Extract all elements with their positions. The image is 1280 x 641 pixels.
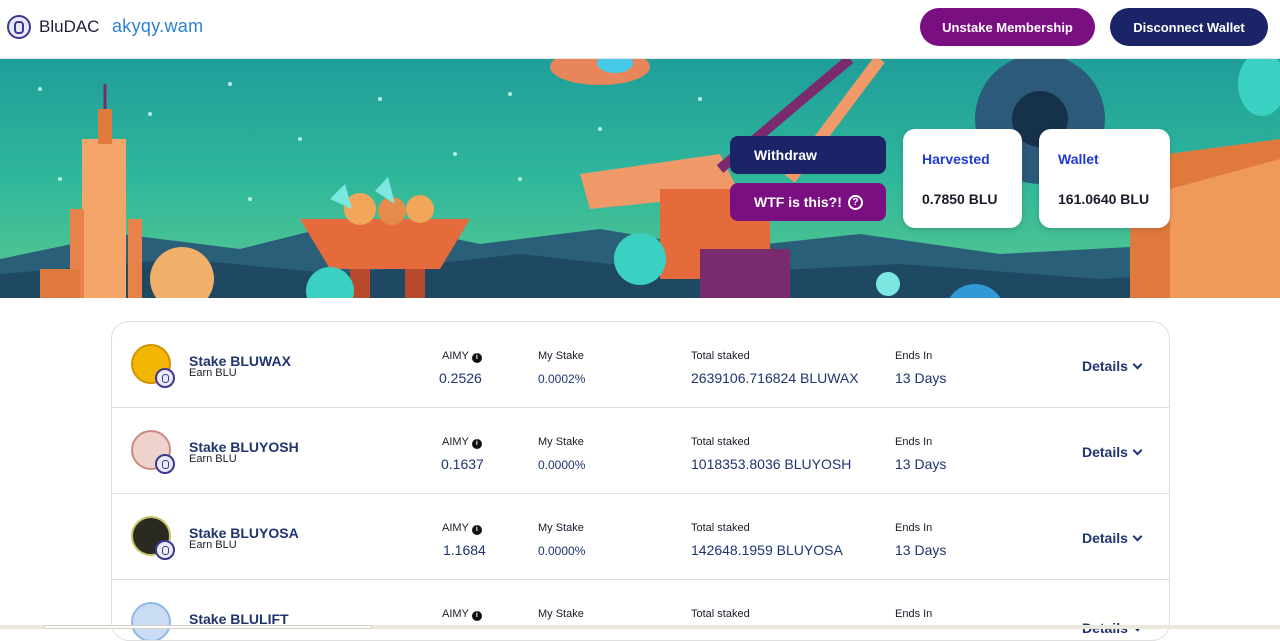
wtf-button-label: WTF is this?! [754,194,842,210]
ends-in-value: 13 Days [895,370,947,386]
total-staked-value: 2639106.716824 BLUWAX [691,370,859,386]
aimy-value: 0.1637 [441,456,484,472]
bottom-taskbar-strip [0,625,1280,629]
ends-in-value: 13 Days [895,542,947,558]
aimy-value: 1.1684 [443,542,486,558]
staking-pool-list: Stake BLUWAX Earn BLU AIMY i 0.2526 My St… [111,321,1170,641]
bludac-logo-icon [7,15,31,39]
brand-name: BluDAC [39,17,100,36]
ends-in-label: Ends In [895,350,933,362]
ends-in-label: Ends In [895,608,933,620]
info-icon[interactable]: i [471,610,482,621]
ends-in-label: Ends In [895,436,933,448]
disconnect-wallet-button[interactable]: Disconnect Wallet [1110,8,1268,46]
aimy-label: AIMY i [442,436,482,449]
aimy-value: 0.2526 [439,370,482,386]
blu-badge-icon [155,454,175,474]
total-staked-label: Total staked [691,350,750,362]
harvested-value: 0.7850 BLU [922,191,998,207]
chevron-down-icon [1132,445,1143,455]
info-icon[interactable]: i [471,438,482,449]
ends-in-value: 13 Days [895,456,947,472]
my-stake-value: 0.0000% [538,544,586,558]
hero-banner: Withdraw WTF is this?! ? Harvested 0.785… [0,59,1280,298]
total-staked-value: 1018353.8036 BLUYOSH [691,456,852,472]
wallet-label: Wallet [1058,151,1099,167]
my-stake-label: My Stake [538,350,584,362]
aimy-label: AIMY i [442,350,482,363]
top-header: BluDAC akyqy.wam Unstake Membership Disc… [0,0,1280,59]
blu-badge-icon [155,368,175,388]
details-toggle[interactable]: Details [1082,530,1143,546]
wtf-help-button[interactable]: WTF is this?! ? [730,183,886,221]
total-staked-label: Total staked [691,522,750,534]
my-stake-label: My Stake [538,608,584,620]
total-staked-label: Total staked [691,436,750,448]
my-stake-value: 0.0000% [538,458,586,472]
chevron-down-icon [1132,531,1143,541]
total-staked-label: Total staked [691,608,750,620]
pool-earn: Earn BLU [189,539,237,551]
wallet-card: Wallet 161.0640 BLU [1039,129,1170,228]
chevron-down-icon [1132,359,1143,369]
info-icon[interactable]: i [471,524,482,535]
my-stake-value: 0.0002% [538,372,586,386]
wallet-balance-value: 161.0640 BLU [1058,191,1150,207]
details-toggle[interactable]: Details [1082,358,1143,374]
pool-row-bluwax[interactable]: Stake BLUWAX Earn BLU AIMY i 0.2526 My St… [112,322,1169,408]
withdraw-button[interactable]: Withdraw [730,136,886,174]
pool-row-bluyosh[interactable]: Stake BLUYOSH Earn BLU AIMY i 0.1637 My S… [112,408,1169,494]
ends-in-label: Ends In [895,522,933,534]
harvested-label: Harvested [922,151,990,167]
my-stake-label: My Stake [538,522,584,534]
pool-row-blulift[interactable]: Stake BLULIFT AIMY i My Stake Total stake… [112,580,1169,640]
wallet-account-name: akyqy.wam [112,16,204,36]
taskbar-tab[interactable] [44,625,372,629]
aimy-label: AIMY i [442,522,482,535]
question-circle-icon: ? [847,194,863,210]
aimy-label: AIMY i [442,608,482,621]
blu-badge-icon [155,540,175,560]
details-toggle[interactable]: Details [1082,444,1143,460]
pool-earn: Earn BLU [189,453,237,465]
harvested-card: Harvested 0.7850 BLU [903,129,1022,228]
unstake-membership-button[interactable]: Unstake Membership [920,8,1095,46]
blulift-token-icon [131,602,171,640]
pool-earn: Earn BLU [189,367,237,379]
info-icon[interactable]: i [471,352,482,363]
my-stake-label: My Stake [538,436,584,448]
pool-row-bluyosa[interactable]: Stake BLUYOSA Earn BLU AIMY i 1.1684 My S… [112,494,1169,580]
total-staked-value: 142648.1959 BLUYOSA [691,542,843,558]
